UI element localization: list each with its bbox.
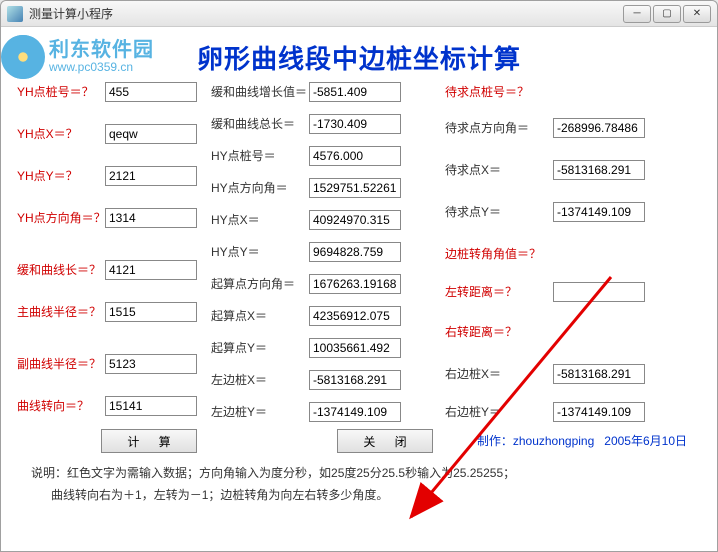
label-target-y: 待求点Y＝ bbox=[443, 199, 553, 224]
output-hy-y[interactable] bbox=[309, 242, 401, 262]
label-left-dist: 左转距离＝？ bbox=[443, 279, 553, 304]
label-left-y: 左边桩Y＝ bbox=[209, 399, 309, 424]
label-target-stake: 待求点桩号＝？ bbox=[443, 79, 553, 104]
label-trans-total: 缓和曲线总长＝ bbox=[209, 111, 309, 136]
credit-line: 制作：zhouzhongping 2005年6月10日 bbox=[477, 432, 687, 449]
output-hy-x[interactable] bbox=[309, 210, 401, 230]
credit-author: 制作：zhouzhongping bbox=[477, 434, 594, 448]
label-right-dist: 右转距离＝？ bbox=[443, 319, 553, 344]
output-start-az[interactable] bbox=[309, 274, 401, 294]
output-right-x[interactable] bbox=[553, 364, 645, 384]
note-line2: 曲线转向右为＋1，左转为－1；边桩转角为向左右转多少角度。 bbox=[51, 488, 388, 502]
notes: 说明：红色文字为需输入数据；方向角输入为度分秒，如25度25分25.5秒输入为2… bbox=[31, 463, 515, 506]
input-yh-x[interactable] bbox=[105, 124, 197, 144]
output-hy-az[interactable] bbox=[309, 178, 401, 198]
input-curve-dir[interactable] bbox=[105, 396, 197, 416]
output-trans-total[interactable] bbox=[309, 114, 401, 134]
note-line1: 红色文字为需输入数据；方向角输入为度分秒，如25度25分25.5秒输入为25.2… bbox=[67, 466, 515, 480]
window-title: 测量计算小程序 bbox=[29, 5, 623, 22]
label-start-az: 起算点方向角＝ bbox=[209, 271, 309, 296]
label-right-y: 右边桩Y＝ bbox=[443, 399, 553, 424]
input-trans-len[interactable] bbox=[105, 260, 197, 280]
label-hy-y: HY点Y＝ bbox=[209, 239, 309, 264]
window-controls: ─ ▢ ✕ bbox=[623, 5, 711, 23]
input-sub-r[interactable] bbox=[105, 354, 197, 374]
input-main-r[interactable] bbox=[105, 302, 197, 322]
input-left-dist[interactable] bbox=[553, 282, 645, 302]
note-prefix: 说明： bbox=[31, 466, 67, 480]
close-window-button[interactable]: ✕ bbox=[683, 5, 711, 23]
close-button[interactable]: 关 闭 bbox=[337, 429, 433, 453]
label-target-x: 待求点X＝ bbox=[443, 157, 553, 182]
app-window: 测量计算小程序 ─ ▢ ✕ 利东软件园 www.pc0359.cn 卵形曲线段中… bbox=[0, 0, 718, 552]
label-hy-stake: HY点桩号＝ bbox=[209, 143, 309, 168]
output-target-x[interactable] bbox=[553, 160, 645, 180]
output-left-x[interactable] bbox=[309, 370, 401, 390]
label-target-az: 待求点方向角＝ bbox=[443, 115, 553, 140]
page-title: 卵形曲线段中边桩坐标计算 bbox=[15, 39, 703, 76]
output-target-y[interactable] bbox=[553, 202, 645, 222]
input-yh-az[interactable] bbox=[105, 208, 197, 228]
app-icon bbox=[7, 6, 23, 22]
label-hy-x: HY点X＝ bbox=[209, 207, 309, 232]
label-curve-dir: 曲线转向＝？ bbox=[15, 393, 105, 418]
label-yh-az: YH点方向角＝？ bbox=[15, 205, 105, 230]
output-target-az[interactable] bbox=[553, 118, 645, 138]
label-hy-az: HY点方向角＝ bbox=[209, 175, 309, 200]
output-left-y[interactable] bbox=[309, 402, 401, 422]
label-right-x: 右边桩X＝ bbox=[443, 361, 553, 386]
label-start-x: 起算点X＝ bbox=[209, 303, 309, 328]
label-yh-x: YH点X＝？ bbox=[15, 121, 105, 146]
calculate-button[interactable]: 计 算 bbox=[101, 429, 197, 453]
output-right-y[interactable] bbox=[553, 402, 645, 422]
output-start-x[interactable] bbox=[309, 306, 401, 326]
output-start-y[interactable] bbox=[309, 338, 401, 358]
label-left-x: 左边桩X＝ bbox=[209, 367, 309, 392]
label-yh-stake: YH点桩号＝？ bbox=[15, 79, 105, 104]
label-side-angle: 边桩转角角值＝？ bbox=[443, 241, 553, 266]
output-hy-stake[interactable] bbox=[309, 146, 401, 166]
titlebar[interactable]: 测量计算小程序 ─ ▢ ✕ bbox=[1, 1, 717, 27]
label-main-r: 主曲线半径＝？ bbox=[15, 299, 105, 324]
output-trans-inc[interactable] bbox=[309, 82, 401, 102]
label-yh-y: YH点Y＝？ bbox=[15, 163, 105, 188]
maximize-button[interactable]: ▢ bbox=[653, 5, 681, 23]
credit-date: 2005年6月10日 bbox=[604, 434, 687, 448]
label-sub-r: 副曲线半径＝？ bbox=[15, 351, 105, 376]
input-yh-y[interactable] bbox=[105, 166, 197, 186]
input-yh-stake[interactable] bbox=[105, 82, 197, 102]
content-area: 利东软件园 www.pc0359.cn 卵形曲线段中边桩坐标计算 YH点桩号＝？… bbox=[1, 27, 717, 551]
minimize-button[interactable]: ─ bbox=[623, 5, 651, 23]
label-trans-inc: 缓和曲线增长值＝ bbox=[209, 79, 309, 104]
label-trans-len: 缓和曲线长＝？ bbox=[15, 257, 105, 282]
label-start-y: 起算点Y＝ bbox=[209, 335, 309, 360]
